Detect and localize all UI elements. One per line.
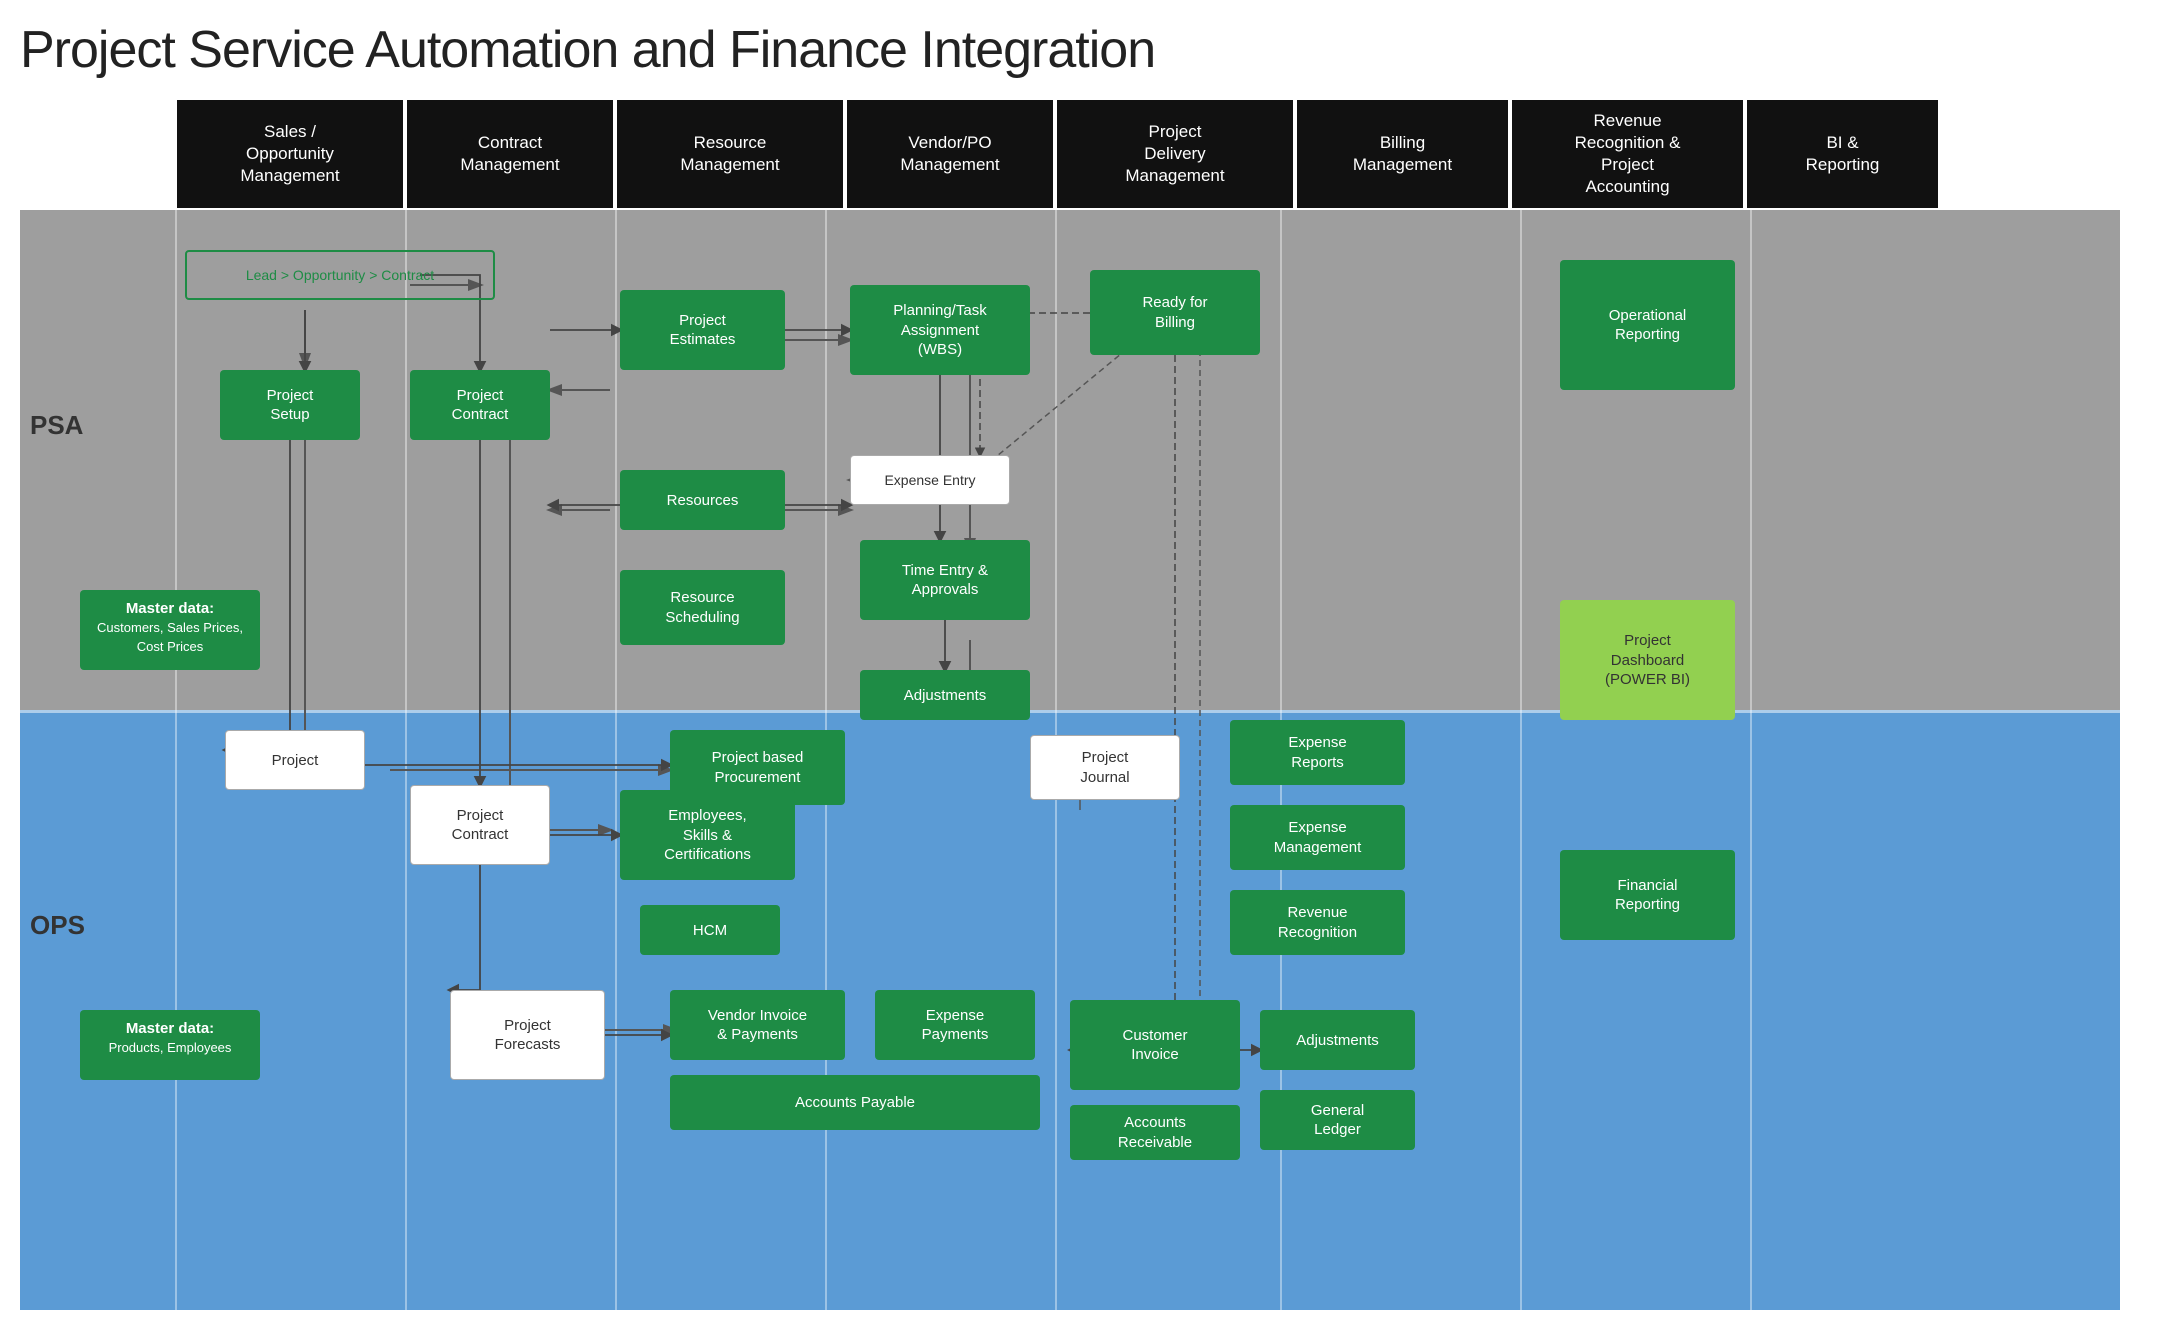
col-header-billing: BillingManagement bbox=[1295, 98, 1510, 210]
col-header-delivery: ProjectDeliveryManagement bbox=[1055, 98, 1295, 210]
page-title: Project Service Automation and Finance I… bbox=[20, 20, 2161, 80]
col-header-vendor: Vendor/POManagement bbox=[845, 98, 1055, 210]
ready-for-billing-box: Ready forBilling bbox=[1090, 270, 1260, 355]
project-journal-box: ProjectJournal bbox=[1030, 735, 1180, 800]
project-ops-box: Project bbox=[225, 730, 365, 790]
col-header-sales: Sales /OpportunityManagement bbox=[175, 98, 405, 210]
accounts-payable-box: Accounts Payable bbox=[670, 1075, 1040, 1130]
operational-reporting-box: OperationalReporting bbox=[1560, 260, 1735, 390]
expense-reports-box: ExpenseReports bbox=[1230, 720, 1405, 785]
expense-entry-box: Expense Entry bbox=[850, 455, 1010, 505]
divider-1 bbox=[405, 210, 407, 1310]
adjustments-psa-box: Adjustments bbox=[860, 670, 1030, 720]
master-data-psa-box: Master data: Customers, Sales Prices,Cos… bbox=[80, 590, 260, 670]
ops-label: OPS bbox=[30, 910, 85, 941]
time-entry-box: Time Entry &Approvals bbox=[860, 540, 1030, 620]
project-contract-psa-box: ProjectContract bbox=[410, 370, 550, 440]
planning-task-box: Planning/TaskAssignment(WBS) bbox=[850, 285, 1030, 375]
project-dashboard-box: ProjectDashboard(POWER BI) bbox=[1560, 600, 1735, 720]
expense-payments-box: ExpensePayments bbox=[875, 990, 1035, 1060]
col-header-resource: ResourceManagement bbox=[615, 98, 845, 210]
col-header-revenue: RevenueRecognition &ProjectAccounting bbox=[1510, 98, 1745, 210]
psa-ops-divider bbox=[20, 710, 2120, 713]
project-setup-box: ProjectSetup bbox=[220, 370, 360, 440]
financial-reporting-box: FinancialReporting bbox=[1560, 850, 1735, 940]
accounts-receivable-box: AccountsReceivable bbox=[1070, 1105, 1240, 1160]
col-header-contract: ContractManagement bbox=[405, 98, 615, 210]
adjustments-ops-box: Adjustments bbox=[1260, 1010, 1415, 1070]
divider-0 bbox=[175, 210, 177, 1310]
vendor-invoice-box: Vendor Invoice& Payments bbox=[670, 990, 845, 1060]
resources-box: Resources bbox=[620, 470, 785, 530]
lead-opportunity-box: Lead > Opportunity > Contract bbox=[185, 250, 495, 300]
divider-7 bbox=[1750, 210, 1752, 1310]
employees-skills-box: Employees,Skills &Certifications bbox=[620, 790, 795, 880]
resource-scheduling-box: ResourceScheduling bbox=[620, 570, 785, 645]
full-diagram: PSA OPS bbox=[20, 210, 2120, 1310]
diagram-container: Sales /OpportunityManagement ContractMan… bbox=[20, 98, 2120, 1310]
customer-invoice-box: CustomerInvoice bbox=[1070, 1000, 1240, 1090]
master-data-ops-box: Master data: Products, Employees bbox=[80, 1010, 260, 1080]
divider-6 bbox=[1520, 210, 1522, 1310]
col-header-bi: BI &Reporting bbox=[1745, 98, 1940, 210]
divider-2 bbox=[615, 210, 617, 1310]
revenue-recognition-box: RevenueRecognition bbox=[1230, 890, 1405, 955]
psa-label: PSA bbox=[30, 410, 83, 441]
general-ledger-box: GeneralLedger bbox=[1260, 1090, 1415, 1150]
expense-management-box: ExpenseManagement bbox=[1230, 805, 1405, 870]
hcm-box: HCM bbox=[640, 905, 780, 955]
project-contract-ops-box: ProjectContract bbox=[410, 785, 550, 865]
project-estimates-box: ProjectEstimates bbox=[620, 290, 785, 370]
project-forecasts-box: ProjectForecasts bbox=[450, 990, 605, 1080]
